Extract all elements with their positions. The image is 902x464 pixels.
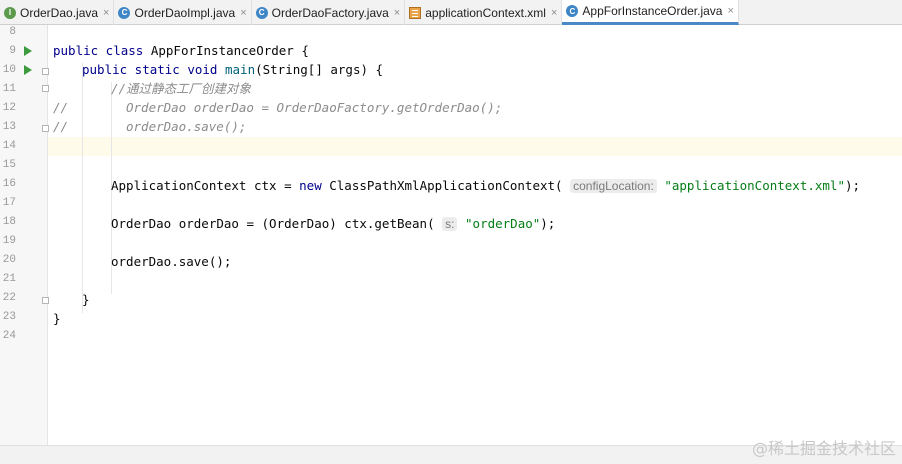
code-editor[interactable]: public class AppForInstanceOrder { publi… [48, 25, 902, 445]
code-line-16: ApplicationContext ctx = new ClassPathXm… [111, 178, 861, 193]
line-number: 13 [2, 121, 16, 133]
code-line-13: // [53, 119, 69, 134]
close-icon[interactable]: × [240, 7, 246, 19]
tab-label: applicationContext.xml [425, 5, 546, 20]
line-number: 10 [2, 64, 16, 76]
line-number: 12 [2, 102, 16, 114]
code-line-18: OrderDao orderDao = (OrderDao) ctx.getBe… [111, 216, 556, 231]
close-icon[interactable]: × [727, 5, 733, 17]
class-file-icon: C [118, 6, 131, 19]
tab-label: AppForInstanceOrder.java [582, 4, 723, 18]
interface-file-icon: I [4, 6, 16, 19]
editor-tab-bar: I OrderDao.java × C OrderDaoImpl.java × … [0, 0, 902, 25]
tab-applicationcontext-xml[interactable]: applicationContext.xml × [405, 0, 563, 25]
line-number: 17 [2, 197, 16, 209]
line-number-gutter: 8 9 10 11 12 13 14 15 16 17 18 19 20 21 … [0, 25, 49, 463]
line-number: 15 [2, 159, 16, 171]
close-icon[interactable]: × [394, 7, 400, 19]
parameter-hint: configLocation: [570, 179, 657, 193]
xml-file-icon [409, 6, 422, 19]
line-number: 21 [2, 273, 16, 285]
code-line-10: public static void main(String[] args) { [82, 62, 384, 77]
tab-orderdaoimpl[interactable]: C OrderDaoImpl.java × [114, 0, 252, 25]
line-number: 14 [2, 140, 16, 152]
tab-orderdaofactory[interactable]: C OrderDaoFactory.java × [252, 0, 406, 25]
line-number: 19 [2, 235, 16, 247]
line-number: 9 [9, 45, 16, 57]
line-number: 22 [2, 292, 16, 304]
line-number: 18 [2, 216, 16, 228]
code-line-23: } [53, 311, 61, 326]
line-number: 24 [2, 330, 16, 342]
watermark: @稀土掘金技术社区 [751, 439, 896, 458]
line-number: 16 [2, 178, 16, 190]
line-number: 23 [2, 311, 16, 323]
run-class-icon[interactable] [24, 46, 32, 56]
close-icon[interactable]: × [103, 7, 109, 19]
code-line-20: orderDao.save(); [111, 254, 232, 269]
run-main-icon[interactable] [24, 65, 32, 75]
line-number: 8 [9, 26, 16, 38]
class-file-icon: C [566, 5, 579, 17]
parameter-hint: s: [442, 217, 458, 231]
current-line-highlight [48, 137, 902, 156]
code-line-9: public class AppForInstanceOrder { [53, 43, 309, 58]
tab-appforinstanceorder[interactable]: C AppForInstanceOrder.java × [562, 0, 739, 25]
code-line-12: // [53, 100, 69, 115]
close-icon[interactable]: × [551, 7, 557, 19]
tab-label: OrderDao.java [20, 5, 99, 20]
code-line-12-comment: OrderDao orderDao = OrderDaoFactory.getO… [126, 100, 503, 115]
code-line-22: } [82, 292, 90, 307]
tab-label: OrderDaoFactory.java [271, 5, 389, 20]
tab-label: OrderDaoImpl.java [134, 5, 236, 20]
code-line-13-comment: orderDao.save(); [126, 119, 247, 134]
code-line-11: //通过静态工厂创建对象 [111, 81, 252, 96]
class-file-icon: C [255, 6, 268, 19]
line-number: 20 [2, 254, 16, 266]
line-number: 11 [2, 83, 16, 95]
tab-orderdao[interactable]: I OrderDao.java × [0, 0, 115, 25]
indent-guide [82, 63, 83, 313]
